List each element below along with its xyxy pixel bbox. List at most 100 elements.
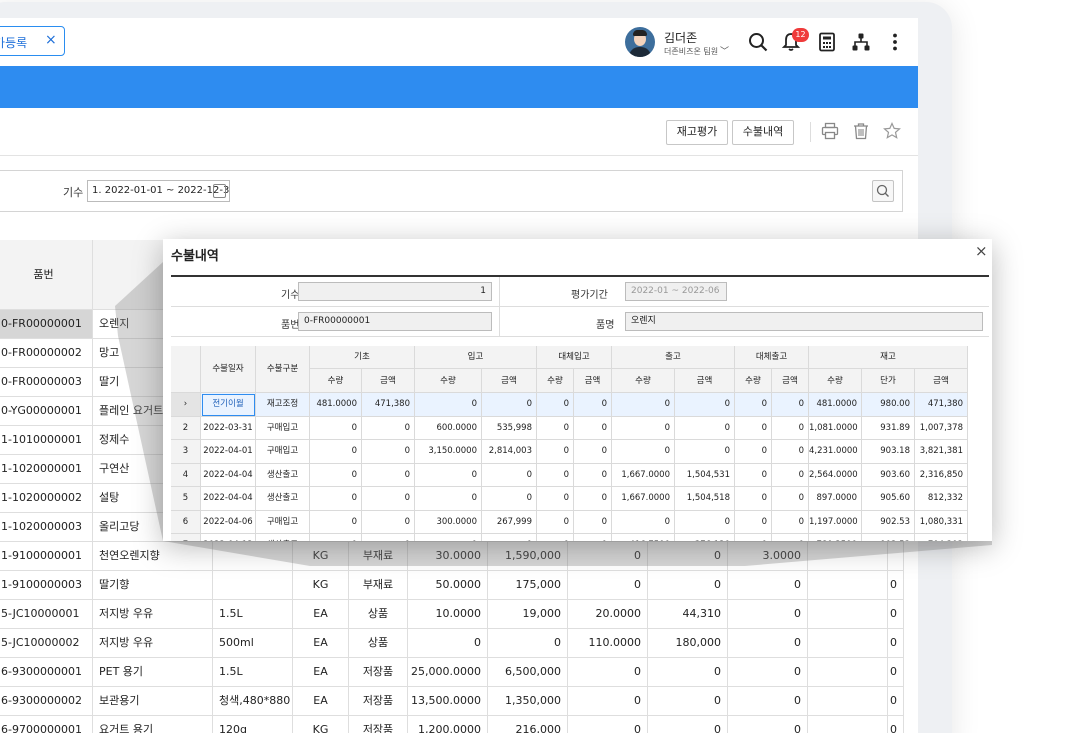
cell-value: 0 (310, 463, 362, 487)
cell-value: 980.00 (862, 393, 915, 417)
cell-name: PET 용기 (93, 658, 213, 687)
cell-q3: 0 (728, 716, 808, 733)
calculator-icon[interactable] (817, 32, 837, 52)
search-button[interactable] (872, 180, 894, 202)
period-label: 기수 (281, 290, 300, 301)
cell-unit: KG (293, 716, 349, 733)
cell-value: 0 (574, 487, 612, 511)
cell-q1: 30.0000 (408, 542, 488, 571)
cell-a1: 1,590,000 (488, 542, 568, 571)
header-sub: 금액 (675, 369, 735, 393)
close-icon[interactable]: × (975, 242, 988, 260)
cell-value: 0 (772, 463, 809, 487)
table-row[interactable]: 156-9700000001요거트 용기120gKG저장품1,200.00002… (0, 716, 904, 733)
cell-value: 0 (735, 416, 772, 440)
cell-q1: 0 (408, 629, 488, 658)
cell-q4: 0 (888, 600, 904, 629)
cell-value: 0 (735, 393, 772, 417)
header-sub: 금액 (574, 369, 612, 393)
search-icon[interactable] (748, 32, 768, 52)
trash-icon[interactable] (852, 122, 870, 140)
cell-spec: 1.5L (213, 600, 293, 629)
table-row[interactable]: 101-9100000003딸기향KG부재료50.0000175,0000000 (0, 571, 904, 600)
cell-code: 5-JC10000001 (0, 600, 93, 629)
cell-value: 0 (310, 487, 362, 511)
cell-q4: 0 (888, 687, 904, 716)
cell-code: 1-9100000001 (0, 542, 93, 571)
cell-value: 3,821,381 (915, 440, 968, 464)
user-name[interactable]: 김더존 (664, 29, 697, 46)
star-icon[interactable] (883, 122, 901, 140)
table-row[interactable]: 146-9300000002보관용기청색,480*880EA저장품13,500.… (0, 687, 904, 716)
open-tab[interactable]: 평가등록 × (0, 26, 65, 56)
item-name-field: 오렌지 (625, 312, 983, 331)
cell-value: 267,999 (482, 510, 537, 534)
form-row: 품번 0-FR00000001 품명 오렌지 (171, 307, 989, 337)
avatar[interactable] (625, 27, 655, 57)
table-row[interactable]: 91-9100000001천연오렌지향KG부재료30.00001,590,000… (0, 542, 904, 571)
header-sub: 수량 (537, 369, 574, 393)
cell-code: 1-1020000002 (0, 484, 93, 513)
header-sub: 금액 (915, 369, 968, 393)
cell-date: 2022-04-01 (201, 440, 256, 464)
cell-value: 0 (482, 487, 537, 511)
transaction-history-button[interactable]: 수불내역 (732, 120, 794, 145)
cell-value: 1,667.0000 (612, 487, 675, 511)
chevron-down-icon[interactable]: ﹀ (720, 44, 729, 57)
search-panel: 기수 1. 2022-01-01 ~ 2022-12-3 (0, 170, 903, 212)
cell-code: 0-FR00000001 (0, 310, 93, 339)
cell-value: 1,504,518 (675, 487, 735, 511)
cell-a1: 19,000 (488, 600, 568, 629)
transaction-history-modal: 수불내역 × 기수 1 평가기간 2022-01 ~ 2022-06 품번 0-… (163, 239, 992, 541)
cell-kind: 생산출고 (256, 463, 310, 487)
header-item-code[interactable]: 품번 (0, 240, 93, 310)
form-row: 기수 1 평가기간 2022-01 ~ 2022-06 (171, 277, 989, 307)
cell-value: 0 (537, 440, 574, 464)
cell-value: 300.0000 (415, 510, 482, 534)
top-bar: 평가등록 × 김더존 더존비즈온 팀원 ﹀ 12 (0, 18, 918, 66)
cell-value: 0 (675, 440, 735, 464)
header-kind: 수불구분 (256, 346, 310, 393)
cell-code: 5-JC10000002 (0, 629, 93, 658)
cell-value: 0 (537, 487, 574, 511)
cell-value: 0 (675, 393, 735, 417)
cell-a2: 0 (648, 542, 728, 571)
calendar-icon[interactable] (213, 184, 226, 198)
row-key: 4 (171, 463, 201, 487)
cell-a2: 0 (648, 687, 728, 716)
open-tab-label: 평가등록 (0, 36, 28, 50)
app-frame: 평가등록 × 김더존 더존비즈온 팀원 ﹀ 12 (0, 0, 1091, 733)
cell-value: 535,998 (482, 416, 537, 440)
cell-q2: 0 (568, 542, 648, 571)
row-key: 2 (171, 416, 201, 440)
cell-value: 780.2500 (809, 534, 862, 541)
cell-unit: KG (293, 542, 349, 571)
printer-icon[interactable] (821, 122, 839, 140)
cell-value: 1,504,531 (675, 463, 735, 487)
cell-value: 0 (574, 510, 612, 534)
cell-q2: 110.0000 (568, 629, 648, 658)
cell-a2: 0 (648, 658, 728, 687)
cell-a1: 6,500,000 (488, 658, 568, 687)
cell-a3 (808, 542, 888, 571)
period-field[interactable]: 1. 2022-01-01 ~ 2022-12-3 (87, 180, 230, 202)
stock-evaluation-button[interactable]: 재고평가 (666, 120, 728, 145)
cell-value: 0 (310, 510, 362, 534)
row-key: 3 (171, 440, 201, 464)
more-vertical-icon[interactable] (885, 32, 905, 52)
cell-a3 (808, 658, 888, 687)
cell-value: 0 (537, 534, 574, 541)
table-row[interactable]: 125-JC10000002저지방 우유500mlEA상품00110.00001… (0, 629, 904, 658)
org-chart-icon[interactable] (851, 32, 871, 52)
cell-value: 0 (675, 510, 735, 534)
cell-a1: 1,350,000 (488, 687, 568, 716)
cell-value: 0 (735, 487, 772, 511)
table-row[interactable]: 136-9300000001PET 용기1.5LEA저장품25,000.0000… (0, 658, 904, 687)
cell-type: 저장품 (349, 658, 408, 687)
cell-q1: 1,200.0000 (408, 716, 488, 733)
close-tab-icon[interactable]: × (45, 32, 57, 48)
cell-a3 (808, 600, 888, 629)
cell-code: 0-YG00000001 (0, 397, 93, 426)
table-row[interactable]: 115-JC10000001저지방 우유1.5LEA상품10.000019,00… (0, 600, 904, 629)
cell-value: 0 (612, 510, 675, 534)
